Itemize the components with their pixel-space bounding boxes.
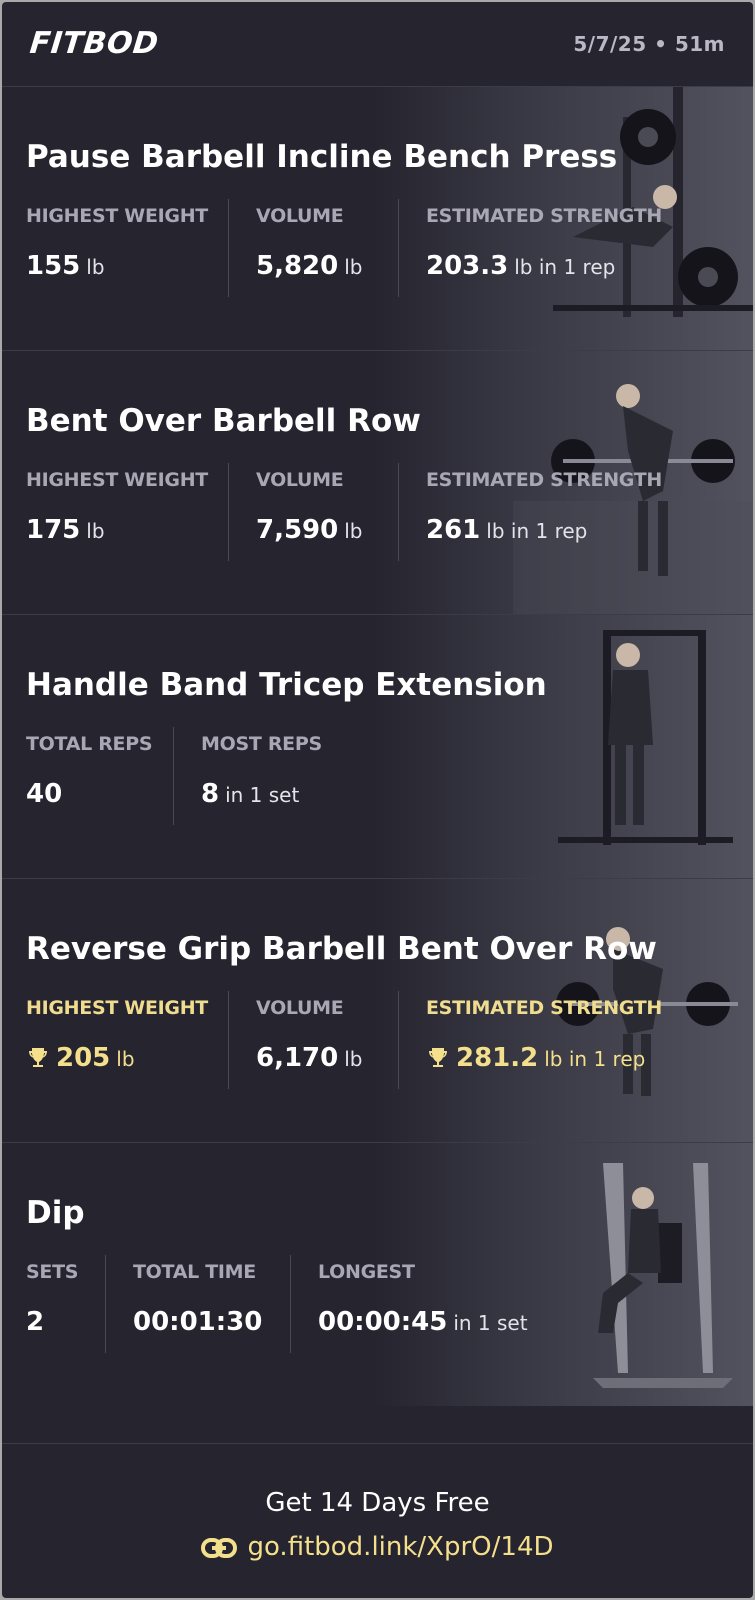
- exercise-card[interactable]: Bent Over Barbell Row HIGHEST WEIGHT 175…: [2, 351, 753, 615]
- stat-number: 00:01:30: [133, 1307, 263, 1337]
- exercise-title: Reverse Grip Barbell Bent Over Row: [26, 931, 657, 967]
- stat-value: 205 lb: [26, 1043, 135, 1073]
- exercise-card[interactable]: Pause Barbell Incline Bench Press HIGHES…: [2, 87, 753, 351]
- stat-label: ESTIMATED STRENGTH: [426, 205, 663, 227]
- stat-label: TOTAL TIME: [133, 1261, 256, 1283]
- stat-value: 8 in 1 set: [201, 779, 299, 809]
- stat-value: 281.2 lb in 1 rep: [426, 1043, 645, 1073]
- stat-label: LONGEST: [318, 1261, 415, 1283]
- stat-value: 2: [26, 1307, 44, 1337]
- divider: [173, 727, 174, 825]
- stat-number: 5,820: [256, 251, 339, 281]
- stat-label: ESTIMATED STRENGTH: [426, 469, 663, 491]
- stat-unit: lb: [344, 1047, 363, 1071]
- referral-link[interactable]: go.fitbod.link/XprO/14D: [2, 1532, 753, 1562]
- stat-number: 281.2: [456, 1043, 539, 1073]
- stat-value: 5,820 lb: [256, 251, 363, 281]
- stat-number: 6,170: [256, 1043, 339, 1073]
- stat-number: 2: [26, 1307, 45, 1337]
- fitbod-logo: FITBOD: [28, 26, 161, 61]
- stat-unit: lb: [86, 255, 105, 279]
- stat-unit: lb in 1 rep: [544, 1047, 646, 1071]
- stat-number: 175: [26, 515, 81, 545]
- divider: [398, 463, 399, 561]
- workout-summary-card: FITBOD 5/7/25 • 51m Pause Barbell Inclin…: [2, 2, 753, 1598]
- divider: [290, 1255, 291, 1353]
- stat-label: TOTAL REPS: [26, 733, 153, 755]
- stat-label: HIGHEST WEIGHT: [26, 469, 208, 491]
- stat-value: 155 lb: [26, 251, 105, 281]
- exercise-card[interactable]: Handle Band Tricep Extension TOTAL REPS …: [2, 615, 753, 879]
- stat-number: 205: [56, 1043, 111, 1073]
- exercise-image: [373, 615, 753, 878]
- free-trial-cta: Get 14 Days Free: [265, 1488, 490, 1518]
- trophy-icon: [429, 1048, 447, 1067]
- stat-unit: in 1 set: [453, 1311, 528, 1335]
- footer: Get 14 Days Free go.fitbod.link/XprO/14D: [2, 1444, 753, 1598]
- referral-link-text[interactable]: go.fitbod.link/XprO/14D: [247, 1532, 553, 1562]
- stat-number: 261: [426, 515, 481, 545]
- stat-label: SETS: [26, 1261, 79, 1283]
- stat-value: 40: [26, 779, 62, 809]
- stat-number: 155: [26, 251, 81, 281]
- exercise-title: Handle Band Tricep Extension: [26, 667, 547, 703]
- stat-unit: lb: [344, 255, 363, 279]
- exercise-image: [373, 1143, 753, 1406]
- stat-label: VOLUME: [256, 469, 344, 491]
- exercise-card[interactable]: Dip SETS 2 TOTAL TIME 00:01:30 LONGEST 0…: [2, 1143, 753, 1444]
- stat-unit: lb: [116, 1047, 135, 1071]
- stat-unit: lb: [86, 519, 105, 543]
- stat-label: HIGHEST WEIGHT: [26, 205, 208, 227]
- exercise-title: Bent Over Barbell Row: [26, 403, 421, 439]
- stat-value: 6,170 lb: [256, 1043, 363, 1073]
- link-icon: [201, 1538, 238, 1558]
- divider: [398, 199, 399, 297]
- stat-value: 7,590 lb: [256, 515, 363, 545]
- stat-value: 175 lb: [26, 515, 105, 545]
- exercise-title: Dip: [26, 1195, 85, 1231]
- stat-label: HIGHEST WEIGHT: [26, 997, 208, 1019]
- divider: [228, 463, 229, 561]
- stat-label: MOST REPS: [201, 733, 322, 755]
- stat-label: VOLUME: [256, 205, 344, 227]
- divider: [105, 1255, 106, 1353]
- stat-label: VOLUME: [256, 997, 344, 1019]
- stat-unit: lb: [344, 519, 363, 543]
- stat-number: 203.3: [426, 251, 509, 281]
- stat-value: 00:01:30: [133, 1307, 262, 1337]
- divider: [228, 991, 229, 1089]
- stat-value: 00:00:45 in 1 set: [318, 1307, 528, 1337]
- stat-unit: lb in 1 rep: [514, 255, 616, 279]
- exercise-title: Pause Barbell Incline Bench Press: [26, 139, 618, 175]
- workout-date-duration: 5/7/25 • 51m: [573, 32, 725, 56]
- stat-unit: lb in 1 rep: [486, 519, 588, 543]
- stat-value: 203.3 lb in 1 rep: [426, 251, 615, 281]
- stat-number: 40: [26, 779, 63, 809]
- stat-value: 261 lb in 1 rep: [426, 515, 587, 545]
- stat-number: 00:00:45: [318, 1307, 448, 1337]
- divider: [228, 199, 229, 297]
- stat-label: ESTIMATED STRENGTH: [426, 997, 663, 1019]
- exercise-card[interactable]: Reverse Grip Barbell Bent Over Row HIGHE…: [2, 879, 753, 1143]
- stat-number: 7,590: [256, 515, 339, 545]
- stat-number: 8: [201, 779, 220, 809]
- divider: [398, 991, 399, 1089]
- trophy-icon: [29, 1048, 47, 1067]
- header: FITBOD 5/7/25 • 51m: [2, 2, 753, 87]
- stat-unit: in 1 set: [225, 783, 300, 807]
